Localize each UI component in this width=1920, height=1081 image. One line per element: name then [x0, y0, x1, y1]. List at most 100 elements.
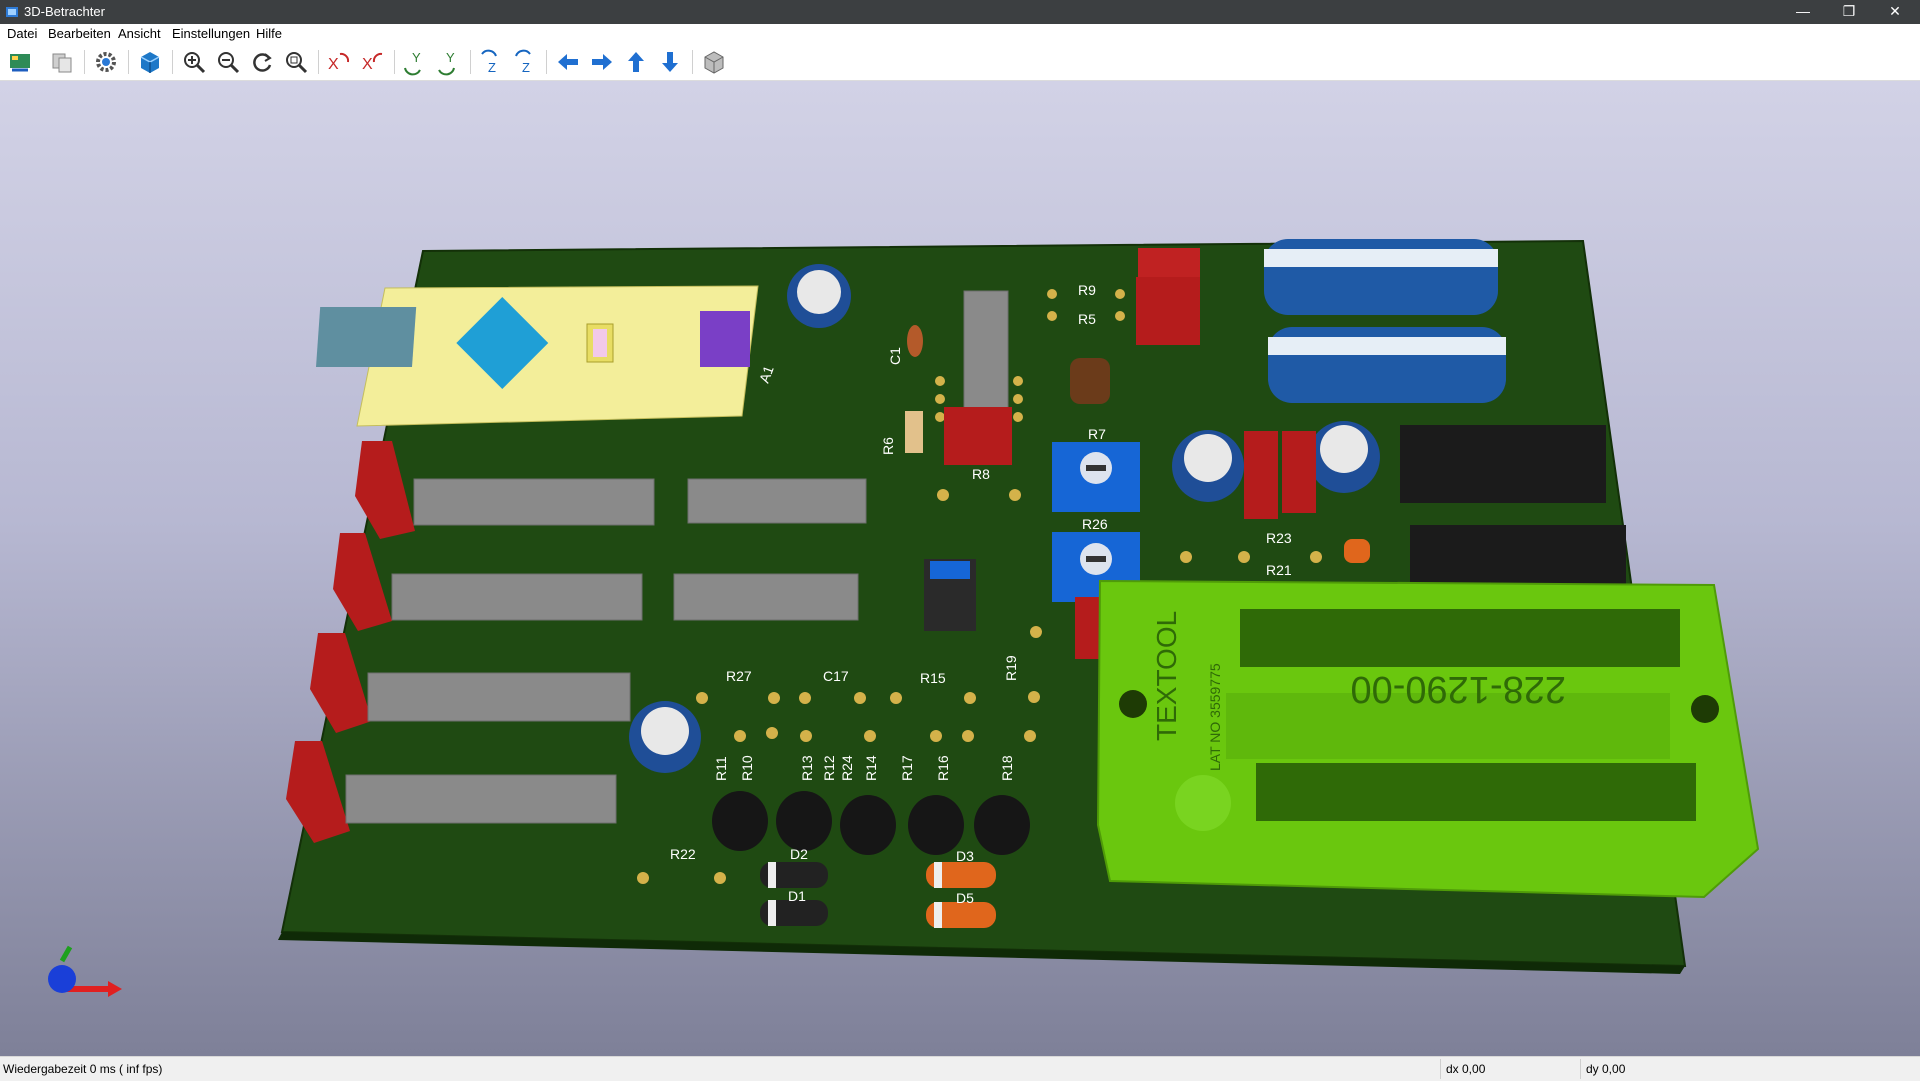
r6-resistor [905, 411, 923, 453]
reload-board-icon[interactable] [6, 48, 34, 76]
svg-text:Y: Y [412, 50, 421, 65]
zif-socket: 228-1290-00 TEXTOOL LAT NO 3559775 [1096, 579, 1760, 899]
center-red-cap [944, 407, 1012, 465]
red-cap-mid-2 [1282, 431, 1316, 513]
rotate-x-ccw-icon[interactable]: X [358, 48, 386, 76]
close-button[interactable]: ✕ [1872, 0, 1918, 24]
menu-bar: Datei Bearbeiten Ansicht Einstellungen H… [0, 24, 1920, 44]
menu-bearbeiten[interactable]: Bearbeiten [48, 26, 111, 41]
rotate-z-ccw-icon[interactable]: Z [510, 48, 538, 76]
electrolytic-cap-3 [1308, 421, 1380, 493]
svg-text:Z: Z [488, 60, 496, 75]
ref-r14: R14 [863, 755, 879, 781]
zoom-fit-icon[interactable] [282, 48, 310, 76]
ref-r10: R10 [739, 755, 755, 781]
render-time: Wiedergabezeit 0 ms ( inf fps) [3, 1062, 163, 1076]
rotate-x-cw-icon[interactable]: X [324, 48, 352, 76]
axis-gizmo [48, 945, 122, 997]
3d-viewport[interactable]: A1 228-1290-00 TEXTOOL LAT NO 3559775 R9… [0, 81, 1920, 1056]
ref-c1: C1 [887, 347, 903, 365]
svg-text:Z: Z [522, 60, 530, 75]
zoom-in-icon[interactable] [180, 48, 208, 76]
move-down-icon[interactable] [656, 48, 684, 76]
ref-r7: R7 [1088, 426, 1106, 442]
rotate-y-ccw-icon[interactable]: Y [434, 48, 462, 76]
svg-text:X: X [328, 56, 339, 73]
ref-r9: R9 [1078, 282, 1096, 298]
electrolytic-cap-4 [629, 701, 701, 773]
ref-r22: R22 [670, 846, 696, 862]
large-capacitor-1 [1264, 239, 1498, 315]
relay-1 [1400, 425, 1606, 503]
ref-r6: R6 [880, 437, 896, 455]
rotate-z-cw-icon[interactable]: Z [476, 48, 504, 76]
ref-r15: R15 [920, 670, 946, 686]
move-left-icon[interactable] [554, 48, 582, 76]
zoom-out-icon[interactable] [214, 48, 242, 76]
ref-d1: D1 [788, 888, 806, 904]
ref-r18: R18 [999, 755, 1015, 781]
ref-r24: R24 [839, 755, 855, 781]
center-ic [963, 290, 1009, 412]
menu-datei[interactable]: Datei [7, 26, 37, 41]
red-cap-top-2 [1136, 277, 1200, 345]
rotate-y-cw-icon[interactable]: Y [400, 48, 428, 76]
ref-r19: R19 [1003, 655, 1019, 681]
menu-hilfe[interactable]: Hilfe [256, 26, 282, 41]
ref-r23: R23 [1266, 530, 1292, 546]
red-cap-top-1 [1138, 248, 1200, 278]
inductor [1070, 358, 1110, 404]
menu-einstellungen[interactable]: Einstellungen [172, 26, 250, 41]
electrolytic-cap-1 [787, 264, 851, 328]
toolbar-separator [318, 50, 319, 74]
ref-r12: R12 [821, 755, 837, 781]
electrolytic-cap-2 [1172, 430, 1244, 502]
toolbar-separator [546, 50, 547, 74]
ref-r8: R8 [972, 466, 990, 482]
dy-readout: dy 0,00 [1586, 1062, 1626, 1076]
ref-r16: R16 [935, 755, 951, 781]
ref-d2: D2 [790, 846, 808, 862]
toolbar-separator [128, 50, 129, 74]
status-divider [1580, 1059, 1581, 1079]
redraw-icon[interactable] [248, 48, 276, 76]
ref-d5: D5 [956, 890, 974, 906]
move-up-icon[interactable] [622, 48, 650, 76]
svg-text:X: X [362, 56, 373, 73]
ref-r26: R26 [1082, 516, 1108, 532]
ref-r27: R27 [726, 668, 752, 684]
c1-capacitor [907, 325, 923, 357]
ref-r11: R11 [713, 756, 729, 781]
ref-c17: C17 [823, 668, 849, 684]
large-capacitor-2 [1268, 327, 1506, 403]
toolbar-separator [394, 50, 395, 74]
zif-sub: LAT NO 3559775 [1207, 663, 1223, 771]
arduino-module [316, 285, 759, 427]
zif-part-number: 228-1290-00 [1350, 668, 1566, 710]
ref-r17: R17 [899, 755, 915, 781]
ref-r5: R5 [1078, 311, 1096, 327]
pcb-render: A1 228-1290-00 TEXTOOL LAT NO 3559775 R9… [48, 239, 1760, 997]
render-mode-cube-icon[interactable] [136, 48, 164, 76]
toolbar-separator [172, 50, 173, 74]
window-title: 3D-Betrachter [24, 4, 105, 19]
dx-readout: dx 0,00 [1446, 1062, 1486, 1076]
toolbar: X X Y Y Z Z [0, 44, 1920, 81]
ref-d3: D3 [956, 848, 974, 864]
move-right-icon[interactable] [588, 48, 616, 76]
svg-text:Y: Y [446, 50, 455, 65]
toolbar-separator [84, 50, 85, 74]
restore-button[interactable]: ❐ [1826, 0, 1872, 24]
menu-ansicht[interactable]: Ansicht [118, 26, 161, 41]
relay-2 [1410, 525, 1626, 591]
settings-gear-icon[interactable] [92, 48, 120, 76]
copy-image-icon[interactable] [48, 48, 76, 76]
toolbar-separator [692, 50, 693, 74]
ref-r21: R21 [1266, 562, 1292, 578]
app-icon [6, 7, 18, 17]
orthographic-icon[interactable] [700, 48, 728, 76]
minimize-button[interactable]: — [1780, 0, 1826, 24]
zif-brand: TEXTOOL [1151, 611, 1182, 741]
trimmer-r7 [1052, 442, 1140, 512]
title-bar: 3D-Betrachter — ❐ ✕ [0, 0, 1920, 24]
